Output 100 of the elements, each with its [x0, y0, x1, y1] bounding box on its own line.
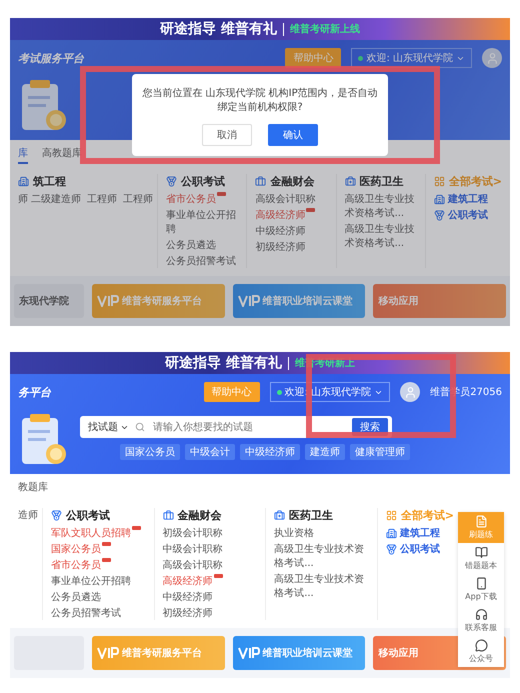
category-title[interactable]: 金融财会: [178, 508, 222, 523]
hot-badge-icon: [102, 542, 111, 546]
welcome-dropdown[interactable]: 欢迎: 山东现代学院: [351, 48, 472, 68]
dialog-button[interactable]: 取消: [202, 124, 252, 146]
exam-link[interactable]: 工程师: [87, 192, 118, 206]
building-icon: [18, 176, 29, 187]
category-link[interactable]: 公职考试: [434, 208, 502, 222]
banner-title: 研途指导 维普有礼: [160, 20, 277, 38]
phone-icon: [474, 577, 488, 590]
avatar-icon[interactable]: [400, 382, 420, 402]
exam-link[interactable]: 公务员招警考试: [166, 254, 236, 268]
building-icon: [386, 528, 397, 538]
site-title: 务平台: [18, 384, 51, 400]
sidebar-item[interactable]: 错题题本: [458, 543, 504, 574]
vip-logo-icon: [238, 647, 260, 659]
category-title[interactable]: 医药卫生: [360, 174, 404, 189]
sidebar-item[interactable]: 联系客服: [458, 605, 504, 636]
category-link[interactable]: 公职考试: [386, 542, 454, 556]
vip-logo-icon: [97, 647, 119, 659]
exam-link[interactable]: 高级卫生专业技术资格考试...: [274, 572, 373, 600]
exam-link[interactable]: 中级经济师: [255, 224, 306, 238]
hot-tag[interactable]: 国家公务员: [120, 444, 180, 460]
exam-link[interactable]: 高级经济师: [255, 208, 316, 222]
hot-badge-icon: [214, 574, 223, 578]
exam-link[interactable]: 军队文职人员招聘: [51, 526, 141, 540]
exam-link[interactable]: 初级经济师: [162, 606, 213, 620]
exam-link[interactable]: 公务员招警考试: [51, 606, 121, 620]
exam-link[interactable]: 中级会计职称: [162, 542, 223, 556]
promo-title: 维普职业培训云课堂: [262, 294, 353, 308]
hot-tag[interactable]: 建造师: [305, 444, 345, 460]
exam-link[interactable]: 高级卫生专业技术资格考试...: [344, 222, 421, 250]
vip-logo-icon: [97, 295, 119, 307]
grid-icon: [386, 510, 397, 521]
exam-link[interactable]: 高级卫生专业技术资格考试...: [344, 192, 421, 220]
headset-icon: [474, 608, 488, 621]
category-title[interactable]: 公职考试: [181, 174, 226, 189]
hot-tag[interactable]: 中级会计: [185, 444, 235, 460]
exam-link[interactable]: 省市公务员: [51, 558, 111, 572]
banner-title: 研途指导 维普有礼: [165, 354, 282, 372]
medical-case-icon: [344, 176, 356, 187]
building-icon: [434, 194, 445, 204]
medal-icon: [166, 176, 178, 187]
exam-link[interactable]: 初级会计职称: [162, 526, 223, 540]
promo-title: 移动应用: [378, 294, 418, 308]
exam-link[interactable]: 初级经济师: [255, 240, 306, 254]
exam-link[interactable]: 中级经济师: [162, 590, 213, 604]
hot-badge-icon: [306, 208, 316, 212]
promo-title: 维普考研服务平台: [122, 294, 202, 308]
exam-link[interactable]: 高级卫生专业技术资格考试...: [274, 542, 373, 570]
category-title[interactable]: 金融财会: [270, 174, 314, 189]
chat-icon: [474, 639, 488, 652]
vip-logo-icon: [238, 295, 260, 307]
exam-link[interactable]: 执业资格: [274, 526, 314, 540]
category-title[interactable]: 公职考试: [66, 508, 110, 523]
tab[interactable]: 库: [18, 144, 28, 164]
dialog-message: 您当前位置在 山东现代学院 机构IP范围内，是否自动绑定当前机构权限?: [142, 86, 378, 114]
search-field[interactable]: 找试题 请输入你想要找的试题 搜索: [80, 416, 392, 438]
promo-title: 移动应用: [378, 646, 418, 660]
document-icon: [474, 515, 488, 528]
exam-link[interactable]: 高级经济师: [162, 574, 223, 588]
exam-link[interactable]: 事业单位公开招聘: [166, 208, 242, 236]
site-title: 考试服务平台: [18, 50, 84, 66]
exam-link[interactable]: 省市公务员: [166, 192, 226, 206]
exam-link[interactable]: 公务员遴选: [51, 590, 101, 604]
exam-link[interactable]: 公务员遴选: [166, 238, 216, 252]
category-title[interactable]: 筑工程: [33, 174, 66, 189]
promo-title: 维普职业培训云课堂: [262, 646, 353, 660]
book-icon: [474, 546, 488, 559]
medal-icon: [51, 510, 62, 521]
exam-link[interactable]: 工程师: [123, 192, 154, 206]
promo-title: 维普考研服务平台: [122, 646, 202, 660]
exam-link[interactable]: 造师: [18, 508, 38, 522]
tab[interactable]: 教题库: [18, 478, 48, 498]
search-icon: [135, 422, 145, 432]
exam-link[interactable]: 国家公务员: [51, 542, 111, 556]
banner-tag: 维普考研新上线: [290, 22, 360, 36]
exam-link[interactable]: 事业单位公开招聘: [51, 574, 131, 588]
promo-card[interactable]: 东现代学院: [14, 284, 84, 318]
dialog-button[interactable]: 确认: [268, 124, 318, 146]
hot-badge-icon: [102, 558, 111, 562]
medal-icon: [434, 210, 445, 220]
medal-icon: [386, 544, 397, 554]
category-link[interactable]: 建筑工程: [386, 526, 454, 540]
exam-link[interactable]: 高级会计职称: [162, 558, 223, 572]
avatar-icon[interactable]: [482, 48, 502, 68]
sidebar-item[interactable]: 公众号: [458, 636, 504, 667]
hot-badge-icon: [217, 192, 226, 196]
hot-badge-icon: [132, 526, 141, 530]
hot-tag[interactable]: 健康管理师: [350, 444, 410, 460]
category-link[interactable]: 建筑工程: [434, 192, 502, 206]
promo-card[interactable]: 维普职业培训云课堂: [232, 636, 366, 670]
promo-title: 东现代学院: [19, 294, 69, 308]
medical-case-icon: [274, 510, 286, 521]
briefcase-icon: [255, 176, 266, 187]
exam-link[interactable]: 高级会计职称: [255, 192, 316, 206]
sidebar-item[interactable]: App下载: [458, 574, 504, 605]
grid-icon: [434, 176, 445, 187]
hot-tag[interactable]: 中级经济师: [240, 444, 300, 460]
exam-link[interactable]: 师 二级建造师: [18, 192, 82, 206]
category-title[interactable]: 医药卫生: [289, 508, 334, 523]
